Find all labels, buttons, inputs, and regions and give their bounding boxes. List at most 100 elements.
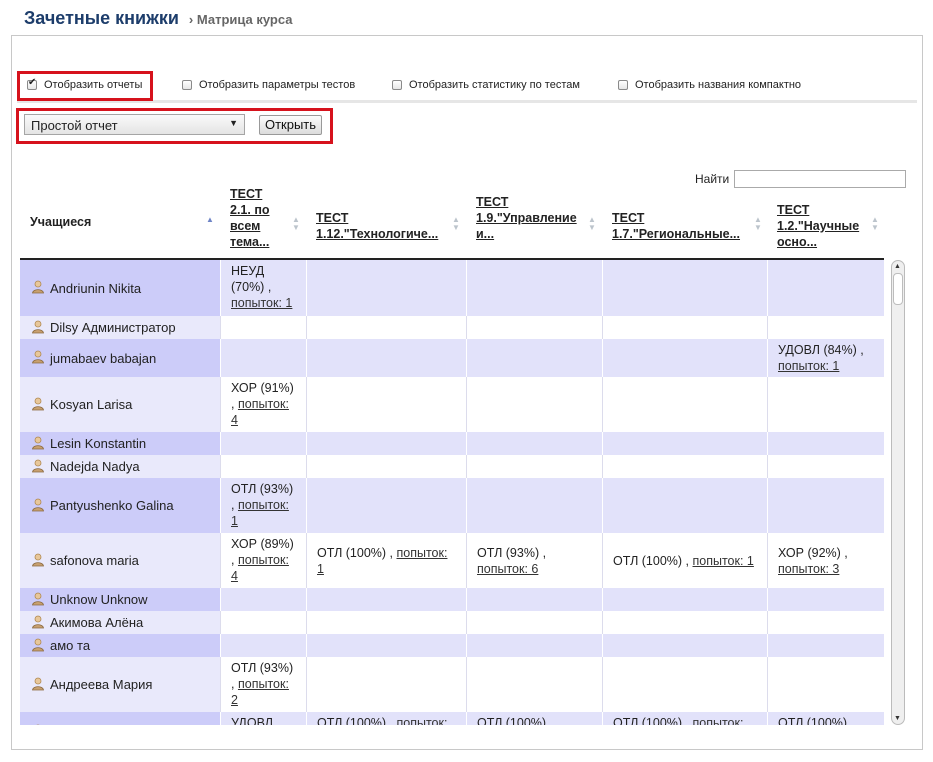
user-icon	[31, 435, 45, 452]
grade-text: ОТЛ (100%)	[477, 716, 547, 725]
student-name: Андреева Мария	[50, 677, 153, 692]
empty-grade-cell	[602, 260, 767, 316]
sort-icon[interactable]: ▲ ▼	[588, 216, 596, 232]
page-header: Зачетные книжки › Матрица курса	[24, 8, 293, 34]
attempts-link[interactable]: попыток: 1	[778, 359, 839, 373]
page-title: Зачетные книжки	[24, 8, 179, 28]
chevron-down-icon: ▼	[229, 118, 238, 128]
grade-cell: ХОР (89%) , попыток: 4	[220, 533, 306, 588]
attempts-link[interactable]: попыток: 6	[477, 562, 538, 576]
student-cell: safonova maria	[20, 533, 220, 588]
empty-grade-cell	[220, 316, 306, 339]
empty-grade-cell	[466, 377, 602, 432]
grade-cell: ОТЛ (93%) , попыток: 2	[220, 657, 306, 712]
student-cell: Pantyushenko Galina	[20, 478, 220, 533]
grade-text: ОТЛ (100%) ,	[317, 716, 394, 725]
empty-grade-cell	[767, 377, 884, 432]
sort-icon[interactable]: ▲ ▼	[871, 216, 879, 232]
show-test-stats-checkbox[interactable]	[392, 80, 402, 90]
sort-icon[interactable]: ▲ ▼	[292, 216, 300, 232]
attempts-link[interactable]: попыток: 4	[231, 397, 289, 427]
sort-icon[interactable]: ▲ ▼	[754, 216, 762, 232]
grade-cell: ОТЛ (100%) , попыток: 1	[306, 533, 466, 588]
sort-icon[interactable]: ▲ ▼	[452, 216, 460, 232]
column-header-students[interactable]: Учащиеся ▲	[30, 186, 220, 258]
student-cell: Unknow Unknow	[20, 588, 220, 611]
grade-cell: ОТЛ (93%) , попыток: 1	[220, 478, 306, 533]
column-header-test-1-2[interactable]: ТЕСТ 1.2."Научные осно... ▲ ▼	[777, 186, 884, 258]
user-icon	[31, 591, 45, 608]
report-type-select[interactable]: Простой отчет ▼	[24, 114, 245, 135]
student-cell: Dilsy Администратор	[20, 316, 220, 339]
option-compact-names[interactable]: Отобразить названия компактно	[618, 70, 801, 100]
compact-names-checkbox[interactable]	[618, 80, 628, 90]
grade-text: УДОВЛ	[231, 716, 273, 725]
student-name: Акимова Алёна	[50, 615, 144, 630]
column-label: ТЕСТ 2.1. по всем тема...	[230, 187, 270, 249]
student-name: Pantyushenko Galina	[50, 498, 174, 513]
student-name: Dilsy Администратор	[50, 320, 176, 335]
empty-grade-cell	[602, 377, 767, 432]
option-show-test-params[interactable]: Отобразить параметры тестов	[182, 70, 355, 100]
attempts-link[interactable]: попыток: 3	[778, 562, 839, 576]
grade-cell: ОТЛ (100%) , попыток:	[602, 712, 767, 725]
column-header-test-1-9[interactable]: ТЕСТ 1.9."Управление и... ▲ ▼	[476, 186, 602, 258]
option-label: Отобразить параметры тестов	[199, 79, 356, 91]
column-header-test-2-1[interactable]: ТЕСТ 2.1. по всем тема... ▲ ▼	[230, 186, 306, 258]
column-header-test-1-7[interactable]: ТЕСТ 1.7."Региональные... ▲ ▼	[612, 186, 767, 258]
column-header-test-1-12[interactable]: ТЕСТ 1.12."Технологиче... ▲ ▼	[316, 186, 466, 258]
attempts-link[interactable]: попыток:	[397, 716, 448, 725]
grade-matrix-table: Andriunin Nikita НЕУД (70%) , попыток: 1 D…	[20, 260, 884, 725]
attempts-link[interactable]: попыток: 1	[231, 498, 289, 528]
vertical-scrollbar[interactable]: ▲ ▼	[891, 260, 905, 725]
empty-grade-cell	[306, 657, 466, 712]
grade-cell: ОТЛ (93%) , попыток: 6	[466, 533, 602, 588]
user-icon	[31, 637, 45, 654]
student-cell: Андреева Мария	[20, 657, 220, 712]
empty-grade-cell	[306, 432, 466, 455]
student-cell: jumabaev babajan	[20, 339, 220, 377]
attempts-link[interactable]: попыток: 4	[231, 553, 289, 583]
report-type-value: Простой отчет	[31, 118, 118, 133]
user-icon	[31, 724, 45, 725]
attempts-link[interactable]: попыток: 1	[231, 296, 292, 310]
empty-grade-cell	[220, 339, 306, 377]
user-icon	[31, 319, 45, 336]
student-name: Nadejda Nadya	[50, 459, 140, 474]
grade-cell: ХОР (91%) , попыток: 4	[220, 377, 306, 432]
search-label: Найти	[695, 172, 730, 186]
scroll-down-icon[interactable]: ▼	[894, 715, 901, 722]
student-name: амо та	[50, 638, 91, 653]
user-icon	[31, 396, 45, 413]
attempts-link[interactable]: попыток: 1	[693, 554, 754, 568]
user-icon	[31, 676, 45, 693]
empty-grade-cell	[220, 611, 306, 634]
open-button[interactable]: Открыть	[259, 115, 322, 135]
empty-grade-cell	[306, 478, 466, 533]
grade-cell: НЕУД (70%) , попыток: 1	[220, 260, 306, 316]
scroll-up-icon[interactable]: ▲	[894, 263, 901, 270]
empty-grade-cell	[602, 657, 767, 712]
show-test-params-checkbox[interactable]	[182, 80, 192, 90]
column-label: ТЕСТ 1.12."Технологиче...	[316, 211, 439, 241]
sort-asc-icon[interactable]: ▲	[206, 216, 214, 224]
grade-cell: УДОВЛ (84%) , попыток: 1	[767, 339, 884, 377]
option-label: Отобразить названия компактно	[635, 79, 802, 91]
table-row: Pantyushenko Galina ОТЛ (93%) , попыток: …	[20, 478, 884, 533]
empty-grade-cell	[602, 588, 767, 611]
empty-grade-cell	[602, 316, 767, 339]
table-row: Dilsy Администратор	[20, 316, 884, 340]
grade-text: ОТЛ (100%) ,	[613, 716, 690, 725]
grade-text: ОТЛ (93%) ,	[477, 545, 547, 560]
breadcrumb: › Матрица курса	[188, 12, 293, 27]
attempts-link[interactable]: попыток:	[693, 716, 744, 725]
table-row: Unknow Unknow	[20, 588, 884, 611]
column-label: ТЕСТ 1.2."Научные осно...	[777, 203, 860, 249]
empty-grade-cell	[466, 611, 602, 634]
attempts-link[interactable]: попыток: 2	[231, 677, 289, 707]
table-row: УДОВЛ ОТЛ (100%) , попыток: ОТЛ (100%) ОТ…	[20, 712, 884, 725]
option-show-test-stats[interactable]: Отобразить статистику по тестам	[392, 70, 580, 100]
scrollbar-thumb[interactable]	[893, 273, 903, 305]
student-cell: Lesin Konstantin	[20, 432, 220, 455]
empty-grade-cell	[602, 478, 767, 533]
